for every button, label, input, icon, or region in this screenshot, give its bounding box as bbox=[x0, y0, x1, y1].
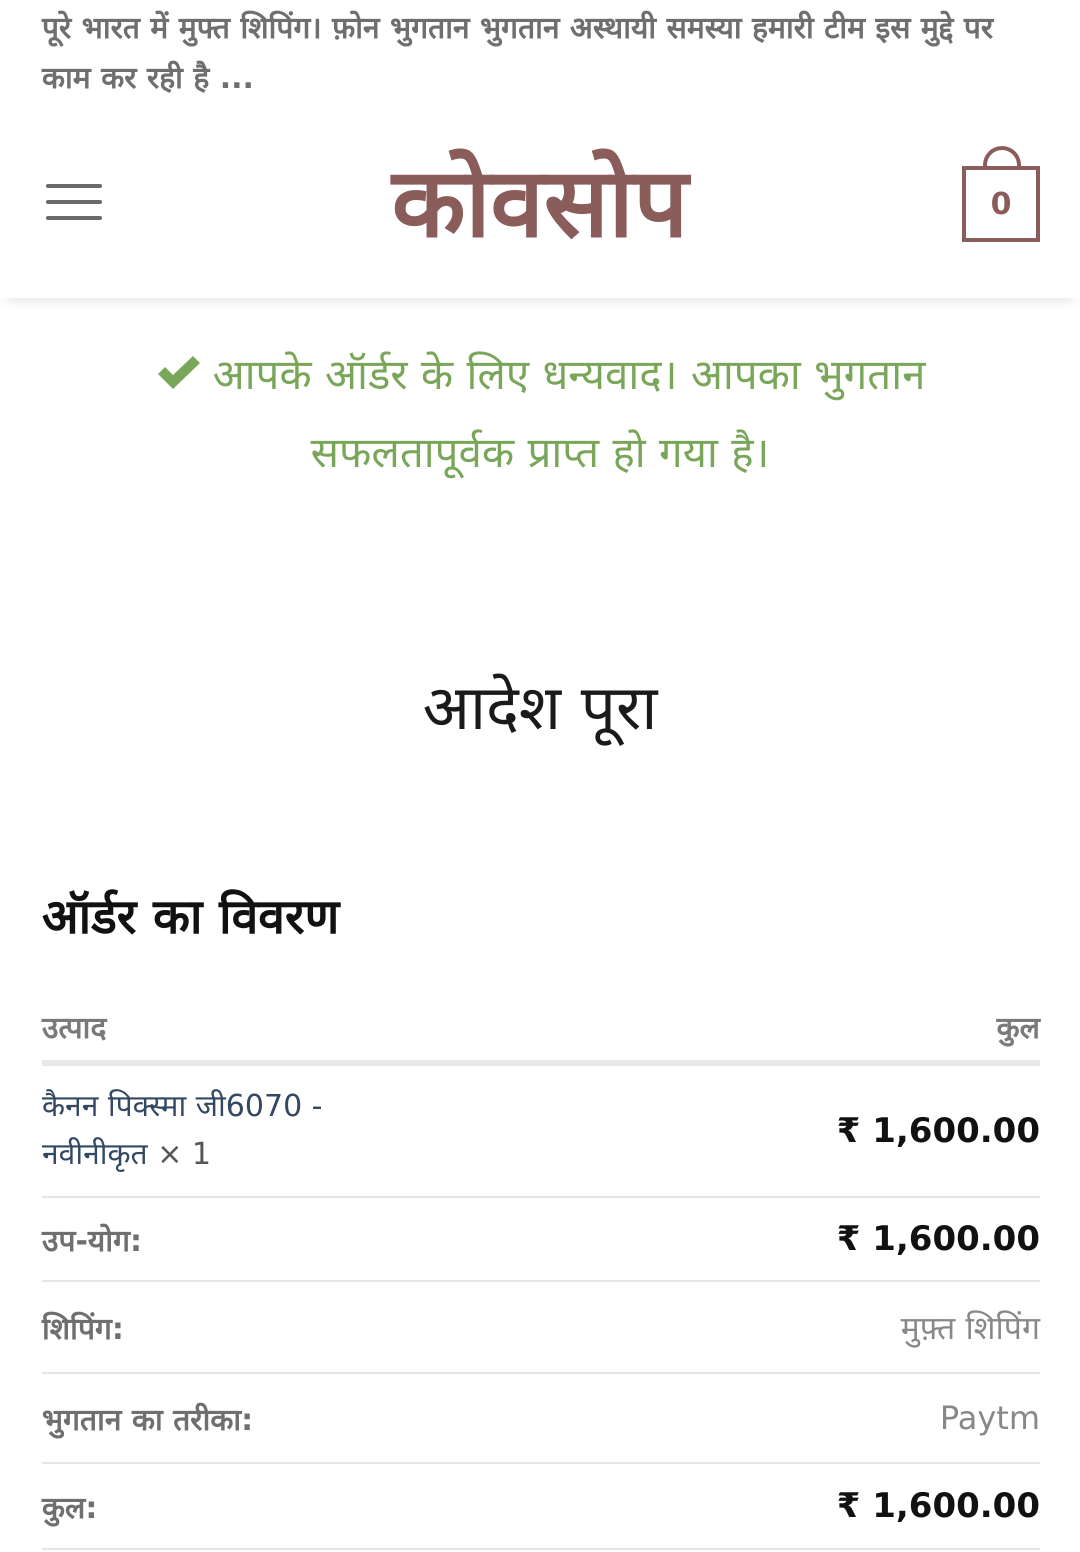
product-price: ₹ 1,600.00 bbox=[836, 1111, 1040, 1151]
total-label: कुल: bbox=[42, 1490, 98, 1526]
order-details-heading: ऑर्डर का विवरण bbox=[42, 889, 340, 945]
site-header: कोवसोप 0 bbox=[0, 108, 1080, 298]
table-row-payment-method: भुगतान का तरीका: Paytm bbox=[42, 1374, 1040, 1464]
shipping-value: मुफ़्त शिपिंग bbox=[900, 1308, 1040, 1347]
success-message: आपके ऑर्डर के लिए धन्यवाद। आपका भुगतान स… bbox=[60, 336, 1020, 492]
product-quantity: × 1 bbox=[157, 1137, 211, 1172]
table-row-total: कुल: ₹ 1,600.00 bbox=[42, 1464, 1040, 1550]
table-row-product: कैनन पिक्स्मा जी6070 - नवीनीकृत × 1 ₹ 1,… bbox=[42, 1066, 1040, 1198]
cart-count-badge: 0 bbox=[962, 166, 1040, 242]
product-name-line-1: कैनन पिक्स्मा जी6070 - bbox=[42, 1089, 323, 1124]
shipping-label: शिपिंग: bbox=[42, 1311, 124, 1347]
total-value: ₹ 1,600.00 bbox=[836, 1486, 1040, 1526]
column-total: कुल bbox=[996, 1010, 1040, 1046]
subtotal-label: उप-योग: bbox=[42, 1223, 142, 1259]
success-text-line-1: आपके ऑर्डर के लिए धन्यवाद। आपका भुगतान bbox=[212, 350, 926, 399]
success-text-line-2: सफलतापूर्वक प्राप्त हो गया है। bbox=[310, 428, 770, 477]
product-name-line-2: नवीनीकृत bbox=[42, 1137, 148, 1172]
top-notice-bar: पूरे भारत में मुफ्त शिपिंग। फ़ोन भुगतान … bbox=[42, 4, 1032, 104]
table-header: उत्पाद कुल bbox=[42, 992, 1040, 1066]
order-details-table: उत्पाद कुल कैनन पिक्स्मा जी6070 - नवीनीक… bbox=[42, 992, 1040, 1550]
column-product: उत्पाद bbox=[42, 1010, 107, 1046]
success-line-1: आपके ऑर्डर के लिए धन्यवाद। आपका भुगतान bbox=[60, 336, 1020, 414]
checkmark-icon bbox=[157, 356, 200, 389]
product-link[interactable]: कैनन पिक्स्मा जी6070 - नवीनीकृत × 1 bbox=[42, 1083, 402, 1179]
payment-method-value: Paytm bbox=[939, 1399, 1040, 1437]
table-row-subtotal: उप-योग: ₹ 1,600.00 bbox=[42, 1198, 1040, 1282]
table-row-shipping: शिपिंग: मुफ़्त शिपिंग bbox=[42, 1282, 1040, 1374]
notice-text: पूरे भारत में मुफ्त शिपिंग। फ़ोन भुगतान … bbox=[42, 11, 994, 96]
cart-button[interactable]: 0 bbox=[962, 142, 1042, 242]
page-title: आदेश पूरा bbox=[422, 671, 658, 744]
payment-method-label: भुगतान का तरीका: bbox=[42, 1402, 254, 1438]
subtotal-value: ₹ 1,600.00 bbox=[836, 1219, 1040, 1259]
site-logo[interactable]: कोवसोप bbox=[0, 148, 1080, 258]
